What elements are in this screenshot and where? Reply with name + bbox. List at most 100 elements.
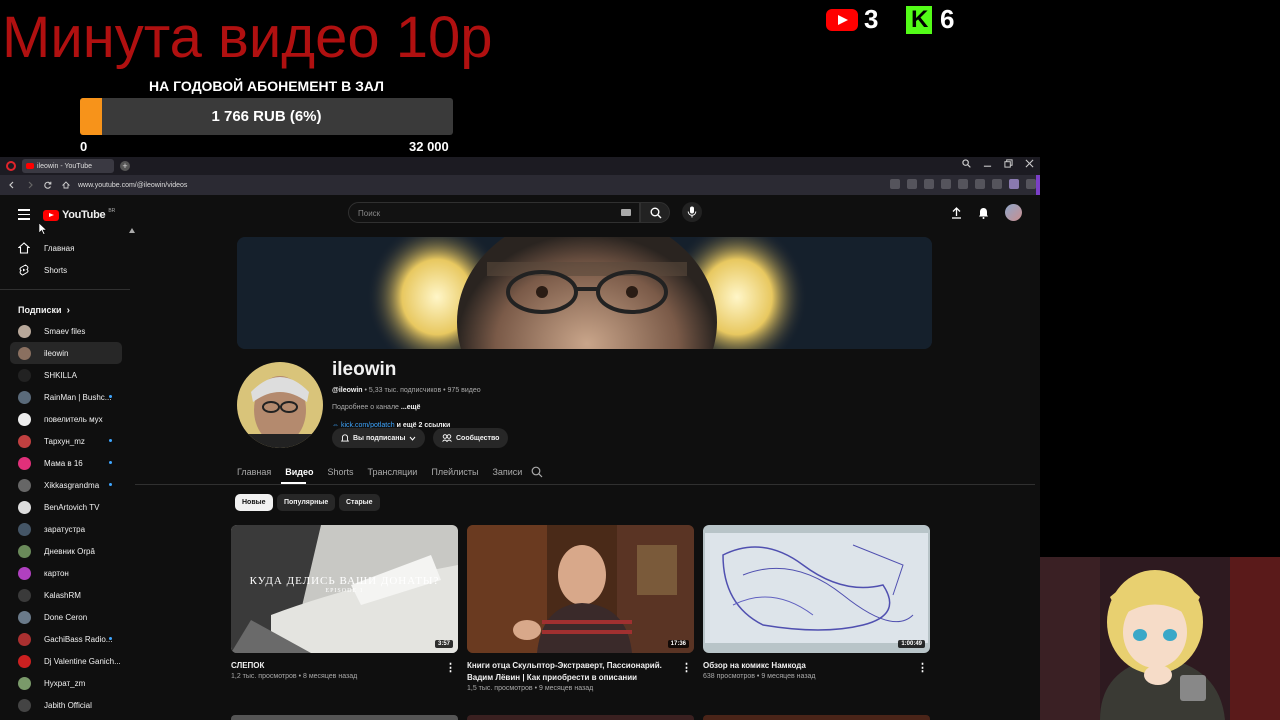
subscription-item[interactable]: RainMan | Bushc... [10,386,122,408]
tab-search-icon[interactable] [962,159,971,168]
subscription-name: ileowin [44,348,69,358]
subscription-item[interactable]: Мама в 16 [10,452,122,474]
video-title[interactable]: СЛЕПОК [231,660,441,672]
sort-chip[interactable]: Популярные [277,494,336,511]
subscription-item[interactable]: Нухрат_zm [10,672,122,694]
channel-tab[interactable]: Видео [285,467,313,477]
search-button[interactable] [640,202,670,223]
channel-tabs: Главная Видео Shorts Трансляции Плейлисты Зап… [237,467,522,477]
notifications-bell-icon[interactable] [978,207,989,219]
subscription-item[interactable]: Дневник Orpâ [10,540,122,562]
home-icon[interactable] [62,181,70,189]
account-avatar[interactable] [1005,204,1022,221]
address-bar: www.youtube.com/@ileowin/videos [0,175,1040,195]
extensions-icon[interactable] [1026,179,1036,189]
subscription-item[interactable]: заратустра [10,518,122,540]
video-age: 9 месяцев назад [761,673,816,680]
subscription-item[interactable]: Smaev files [10,320,122,342]
video-card[interactable]: КУДА ДЕЛИСЬ ВАШИ ДОНАТЫ? EPISODE 1 3:57 … [231,525,458,680]
subscription-item[interactable]: Jabith Official [10,694,122,716]
channel-search-icon[interactable] [531,466,543,478]
subscription-item[interactable]: ileowin [10,342,122,364]
subscription-name: повелитель мух [44,414,103,424]
sort-chip[interactable]: Старые [339,494,380,511]
back-arrow-icon[interactable] [8,181,16,189]
channel-about-more[interactable]: ...ещё [401,404,421,411]
subscription-item[interactable]: Done Ceron [10,606,122,628]
channel-tab[interactable]: Shorts [328,467,354,477]
donation-goal-min: 0 [80,139,88,154]
channel-page: ileowin @ileowin • 5,33 тыс. подписчиков… [135,237,1035,720]
video-thumbnail[interactable] [703,715,930,720]
heart-icon[interactable] [958,179,968,189]
channel-tab[interactable]: Записи [492,467,522,477]
subscription-item[interactable]: KalashRM [10,584,122,606]
opera-icon[interactable] [6,161,16,171]
youtube-logo[interactable]: YouTube BR [43,208,115,221]
minimize-icon[interactable] [983,159,992,168]
more-options-icon[interactable]: ⋮ [917,661,928,674]
bell-icon [341,433,349,441]
subscription-item[interactable]: JustMyFavStrange... [10,716,122,720]
channel-tab[interactable]: Плейлисты [431,467,478,477]
search-input[interactable] [349,204,589,223]
share-icon[interactable] [890,179,900,189]
video-duration: 17:36 [667,640,689,648]
donation-goal-label: НА ГОДОВОЙ АБОНЕМЕНТ В ЗАЛ [149,78,384,94]
url-field[interactable]: www.youtube.com/@ileowin/videos [78,182,187,189]
sort-chip[interactable]: Новые [235,494,273,511]
video-thumbnail[interactable] [467,715,694,720]
sidebar-scroll-up-icon[interactable] [129,228,135,233]
voice-search-button[interactable] [682,202,702,222]
search-icon [650,207,662,219]
subscribed-button[interactable]: Вы подписаны [332,428,426,448]
video-duration: 3:57 [434,640,453,648]
camera-icon[interactable] [907,179,917,189]
forward-arrow-icon[interactable] [26,181,34,189]
upload-icon[interactable] [951,206,962,219]
video-thumbnail[interactable] [231,715,458,720]
new-content-dot [109,439,112,442]
browser-tab[interactable]: ileowin - YouTube [22,159,114,173]
subscription-item[interactable]: GachiBass Radio... [10,628,122,650]
subscription-item[interactable]: Dj Valentine Ganich... [10,650,122,672]
video-card[interactable]: 1:00:49 Обзор на комикс Намкода 638 прос… [703,525,930,680]
more-options-icon[interactable]: ⋮ [445,661,456,674]
new-tab-button[interactable]: + [120,161,130,171]
profile-icon[interactable] [1009,179,1019,189]
close-icon[interactable] [1025,159,1034,168]
video-title[interactable]: Обзор на комикс Намкода [703,660,913,672]
subscription-item[interactable]: Тархун_mz [10,430,122,452]
meta-separator: • [443,387,446,394]
subscription-item[interactable]: картон [10,562,122,584]
subscription-item[interactable]: SHKILLA [10,364,122,386]
subscription-item[interactable]: Xikkasgrandma [10,474,122,496]
video-thumbnail[interactable]: КУДА ДЕЛИСЬ ВАШИ ДОНАТЫ? EPISODE 1 3:57 [231,525,458,653]
video-thumbnail[interactable]: 17:36 [467,525,694,653]
menu-icon[interactable] [992,179,1002,189]
subscription-item[interactable]: повелитель мух [10,408,122,430]
restore-icon[interactable] [1004,159,1013,168]
subscriptions-heading[interactable]: Подписки › [0,300,132,320]
new-content-dot [109,637,112,640]
download-icon[interactable] [975,179,985,189]
subscription-item[interactable]: BenArtovich TV [10,496,122,518]
community-button[interactable]: Сообщество [433,428,509,448]
video-title[interactable]: Книги отца Скульптор-Экстраверт, Пассион… [467,660,677,684]
channel-tab[interactable]: Главная [237,467,271,477]
subscriptions-heading-label: Подписки [18,305,62,315]
reload-icon[interactable] [44,181,52,189]
channel-about[interactable]: Подробнее о канале ...ещё [332,404,420,411]
more-options-icon[interactable]: ⋮ [681,661,692,674]
video-thumbnail[interactable]: 1:00:49 [703,525,930,653]
player-icon[interactable] [941,179,951,189]
keyboard-icon[interactable] [621,209,631,216]
hamburger-menu-icon[interactable] [18,209,30,223]
sidebar-item-home[interactable]: Главная [10,237,122,259]
community-icon [442,434,452,442]
vpn-icon[interactable] [924,179,934,189]
channel-tab[interactable]: Трансляции [368,467,418,477]
video-card[interactable]: 17:36 Книги отца Скульптор-Экстраверт, П… [467,525,694,692]
subscriber-count: 5,33 тыс. подписчиков [368,387,442,394]
sidebar-item-shorts[interactable]: Shorts [10,259,122,281]
